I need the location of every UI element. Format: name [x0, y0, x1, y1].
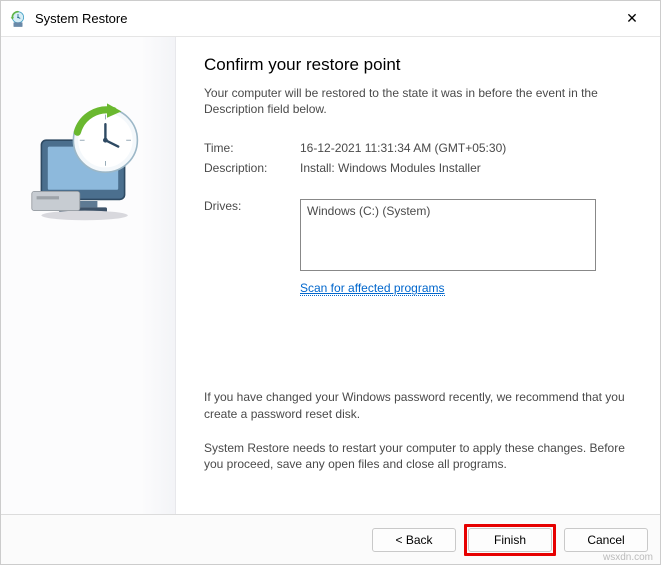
wizard-sidebar	[1, 37, 176, 514]
page-heading: Confirm your restore point	[204, 55, 632, 75]
time-value: 16-12-2021 11:31:34 AM (GMT+05:30)	[300, 141, 632, 155]
page-subtitle: Your computer will be restored to the st…	[204, 85, 632, 117]
description-label: Description:	[204, 161, 300, 175]
system-restore-dialog: System Restore ✕	[0, 0, 661, 565]
wizard-content: Confirm your restore point Your computer…	[176, 37, 660, 514]
cancel-button[interactable]: Cancel	[564, 528, 648, 552]
drives-label: Drives:	[204, 199, 300, 271]
system-restore-icon	[9, 10, 27, 28]
password-note: If you have changed your Windows passwor…	[204, 389, 632, 421]
finish-highlight: Finish	[464, 524, 556, 556]
description-value: Install: Windows Modules Installer	[300, 161, 632, 175]
close-button[interactable]: ✕	[612, 1, 652, 36]
restore-illustration-icon	[27, 212, 155, 229]
wizard-footer: < Back Finish Cancel	[1, 514, 660, 564]
drives-list: Windows (C:) (System)	[300, 199, 596, 271]
time-label: Time:	[204, 141, 300, 155]
restart-note: System Restore needs to restart your com…	[204, 440, 632, 472]
back-button[interactable]: < Back	[372, 528, 456, 552]
close-icon: ✕	[626, 10, 638, 27]
window-title: System Restore	[35, 11, 612, 26]
finish-button[interactable]: Finish	[468, 528, 552, 552]
title-bar: System Restore ✕	[1, 1, 660, 37]
drive-entry: Windows (C:) (System)	[307, 204, 589, 218]
scan-affected-programs-link[interactable]: Scan for affected programs	[300, 281, 445, 296]
